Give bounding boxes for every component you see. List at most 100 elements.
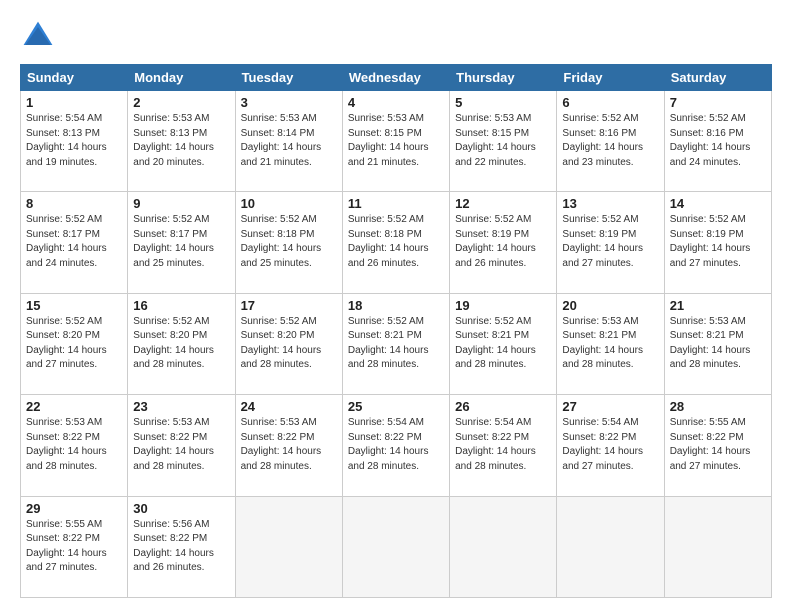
day-number: 13 [562, 196, 658, 211]
day-info: Sunrise: 5:53 AMSunset: 8:15 PMDaylight:… [348, 112, 444, 170]
day-info: Sunrise: 5:53 AMSunset: 8:15 PMDaylight:… [455, 112, 551, 170]
day-info: Sunrise: 5:54 AMSunset: 8:22 PMDaylight:… [562, 416, 658, 474]
day-cell-1: 1 Sunrise: 5:54 AMSunset: 8:13 PMDaylight… [21, 91, 128, 192]
day-info: Sunrise: 5:52 AMSunset: 8:21 PMDaylight:… [455, 315, 551, 373]
day-number: 4 [348, 95, 444, 110]
day-cell-10: 10Sunrise: 5:52 AMSunset: 8:18 PMDayligh… [235, 192, 342, 293]
day-info: Sunrise: 5:52 AMSunset: 8:18 PMDaylight:… [348, 213, 444, 271]
col-header-wednesday: Wednesday [342, 65, 449, 91]
col-header-saturday: Saturday [664, 65, 771, 91]
week-row-5: 29Sunrise: 5:55 AMSunset: 8:22 PMDayligh… [21, 496, 772, 597]
day-cell-15: 15 Sunrise: 5:52 AMSunset: 8:20 PMDayligh… [21, 293, 128, 394]
day-cell-9: 9 Sunrise: 5:52 AMSunset: 8:17 PMDaylight… [128, 192, 235, 293]
col-header-friday: Friday [557, 65, 664, 91]
logo [20, 18, 60, 54]
week-row-4: 22 Sunrise: 5:53 AMSunset: 8:22 PMDayligh… [21, 395, 772, 496]
col-header-monday: Monday [128, 65, 235, 91]
day-cell-19: 19 Sunrise: 5:52 AMSunset: 8:21 PMDayligh… [450, 293, 557, 394]
day-number: 14 [670, 196, 766, 211]
day-info: Sunrise: 5:53 AMSunset: 8:14 PMDaylight:… [241, 112, 337, 170]
col-header-tuesday: Tuesday [235, 65, 342, 91]
col-header-sunday: Sunday [21, 65, 128, 91]
day-info: Sunrise: 5:53 AMSunset: 8:22 PMDaylight:… [241, 416, 337, 474]
header-row: SundayMondayTuesdayWednesdayThursdayFrid… [21, 65, 772, 91]
empty-cell [557, 496, 664, 597]
day-number: 3 [241, 95, 337, 110]
day-cell-26: 26 Sunrise: 5:54 AMSunset: 8:22 PMDayligh… [450, 395, 557, 496]
day-cell-14: 14Sunrise: 5:52 AMSunset: 8:19 PMDayligh… [664, 192, 771, 293]
day-number: 25 [348, 399, 444, 414]
day-number: 26 [455, 399, 551, 414]
empty-cell [664, 496, 771, 597]
day-number: 11 [348, 196, 444, 211]
day-number: 7 [670, 95, 766, 110]
day-info: Sunrise: 5:54 AMSunset: 8:22 PMDaylight:… [348, 416, 444, 474]
logo-icon [20, 18, 56, 54]
day-info: Sunrise: 5:53 AMSunset: 8:13 PMDaylight:… [133, 112, 229, 170]
day-number: 21 [670, 298, 766, 313]
day-cell-28: 28 Sunrise: 5:55 AMSunset: 8:22 PMDayligh… [664, 395, 771, 496]
day-cell-3: 3 Sunrise: 5:53 AMSunset: 8:14 PMDaylight… [235, 91, 342, 192]
day-number: 20 [562, 298, 658, 313]
day-number: 27 [562, 399, 658, 414]
week-row-1: 1 Sunrise: 5:54 AMSunset: 8:13 PMDaylight… [21, 91, 772, 192]
day-cell-25: 25 Sunrise: 5:54 AMSunset: 8:22 PMDayligh… [342, 395, 449, 496]
week-row-2: 8Sunrise: 5:52 AMSunset: 8:17 PMDaylight… [21, 192, 772, 293]
day-info: Sunrise: 5:52 AMSunset: 8:18 PMDaylight:… [241, 213, 337, 271]
day-number: 28 [670, 399, 766, 414]
day-info: Sunrise: 5:54 AMSunset: 8:22 PMDaylight:… [455, 416, 551, 474]
day-number: 1 [26, 95, 122, 110]
day-cell-8: 8Sunrise: 5:52 AMSunset: 8:17 PMDaylight… [21, 192, 128, 293]
day-cell-20: 20 Sunrise: 5:53 AMSunset: 8:21 PMDayligh… [557, 293, 664, 394]
day-info: Sunrise: 5:52 AMSunset: 8:19 PMDaylight:… [562, 213, 658, 271]
day-number: 9 [133, 196, 229, 211]
day-number: 15 [26, 298, 122, 313]
calendar-table: SundayMondayTuesdayWednesdayThursdayFrid… [20, 64, 772, 598]
day-number: 24 [241, 399, 337, 414]
day-info: Sunrise: 5:52 AMSunset: 8:21 PMDaylight:… [348, 315, 444, 373]
day-number: 5 [455, 95, 551, 110]
day-cell-7: 7 Sunrise: 5:52 AMSunset: 8:16 PMDaylight… [664, 91, 771, 192]
day-info: Sunrise: 5:55 AMSunset: 8:22 PMDaylight:… [26, 518, 122, 576]
day-info: Sunrise: 5:53 AMSunset: 8:22 PMDaylight:… [26, 416, 122, 474]
day-cell-13: 13 Sunrise: 5:52 AMSunset: 8:19 PMDayligh… [557, 192, 664, 293]
day-cell-22: 22 Sunrise: 5:53 AMSunset: 8:22 PMDayligh… [21, 395, 128, 496]
day-info: Sunrise: 5:56 AMSunset: 8:22 PMDaylight:… [133, 518, 229, 576]
day-info: Sunrise: 5:55 AMSunset: 8:22 PMDaylight:… [670, 416, 766, 474]
day-info: Sunrise: 5:52 AMSunset: 8:17 PMDaylight:… [26, 213, 122, 271]
day-number: 12 [455, 196, 551, 211]
day-number: 2 [133, 95, 229, 110]
day-info: Sunrise: 5:54 AMSunset: 8:13 PMDaylight:… [26, 112, 122, 170]
day-info: Sunrise: 5:52 AMSunset: 8:17 PMDaylight:… [133, 213, 229, 271]
day-number: 19 [455, 298, 551, 313]
day-info: Sunrise: 5:52 AMSunset: 8:20 PMDaylight:… [133, 315, 229, 373]
day-number: 18 [348, 298, 444, 313]
day-cell-5: 5 Sunrise: 5:53 AMSunset: 8:15 PMDaylight… [450, 91, 557, 192]
page: SundayMondayTuesdayWednesdayThursdayFrid… [0, 0, 792, 612]
day-number: 6 [562, 95, 658, 110]
day-info: Sunrise: 5:52 AMSunset: 8:16 PMDaylight:… [670, 112, 766, 170]
day-cell-2: 2 Sunrise: 5:53 AMSunset: 8:13 PMDaylight… [128, 91, 235, 192]
day-cell-11: 11 Sunrise: 5:52 AMSunset: 8:18 PMDayligh… [342, 192, 449, 293]
empty-cell [342, 496, 449, 597]
day-number: 22 [26, 399, 122, 414]
day-info: Sunrise: 5:52 AMSunset: 8:20 PMDaylight:… [26, 315, 122, 373]
header [20, 18, 772, 54]
day-cell-4: 4 Sunrise: 5:53 AMSunset: 8:15 PMDaylight… [342, 91, 449, 192]
day-cell-23: 23Sunrise: 5:53 AMSunset: 8:22 PMDayligh… [128, 395, 235, 496]
day-cell-29: 29Sunrise: 5:55 AMSunset: 8:22 PMDayligh… [21, 496, 128, 597]
empty-cell [450, 496, 557, 597]
day-info: Sunrise: 5:53 AMSunset: 8:21 PMDaylight:… [670, 315, 766, 373]
day-info: Sunrise: 5:52 AMSunset: 8:20 PMDaylight:… [241, 315, 337, 373]
day-number: 17 [241, 298, 337, 313]
day-cell-12: 12 Sunrise: 5:52 AMSunset: 8:19 PMDayligh… [450, 192, 557, 293]
day-info: Sunrise: 5:52 AMSunset: 8:16 PMDaylight:… [562, 112, 658, 170]
day-info: Sunrise: 5:53 AMSunset: 8:21 PMDaylight:… [562, 315, 658, 373]
day-number: 16 [133, 298, 229, 313]
day-cell-17: 17 Sunrise: 5:52 AMSunset: 8:20 PMDayligh… [235, 293, 342, 394]
day-cell-27: 27 Sunrise: 5:54 AMSunset: 8:22 PMDayligh… [557, 395, 664, 496]
day-info: Sunrise: 5:52 AMSunset: 8:19 PMDaylight:… [455, 213, 551, 271]
day-cell-24: 24 Sunrise: 5:53 AMSunset: 8:22 PMDayligh… [235, 395, 342, 496]
day-cell-6: 6 Sunrise: 5:52 AMSunset: 8:16 PMDaylight… [557, 91, 664, 192]
day-number: 30 [133, 501, 229, 516]
